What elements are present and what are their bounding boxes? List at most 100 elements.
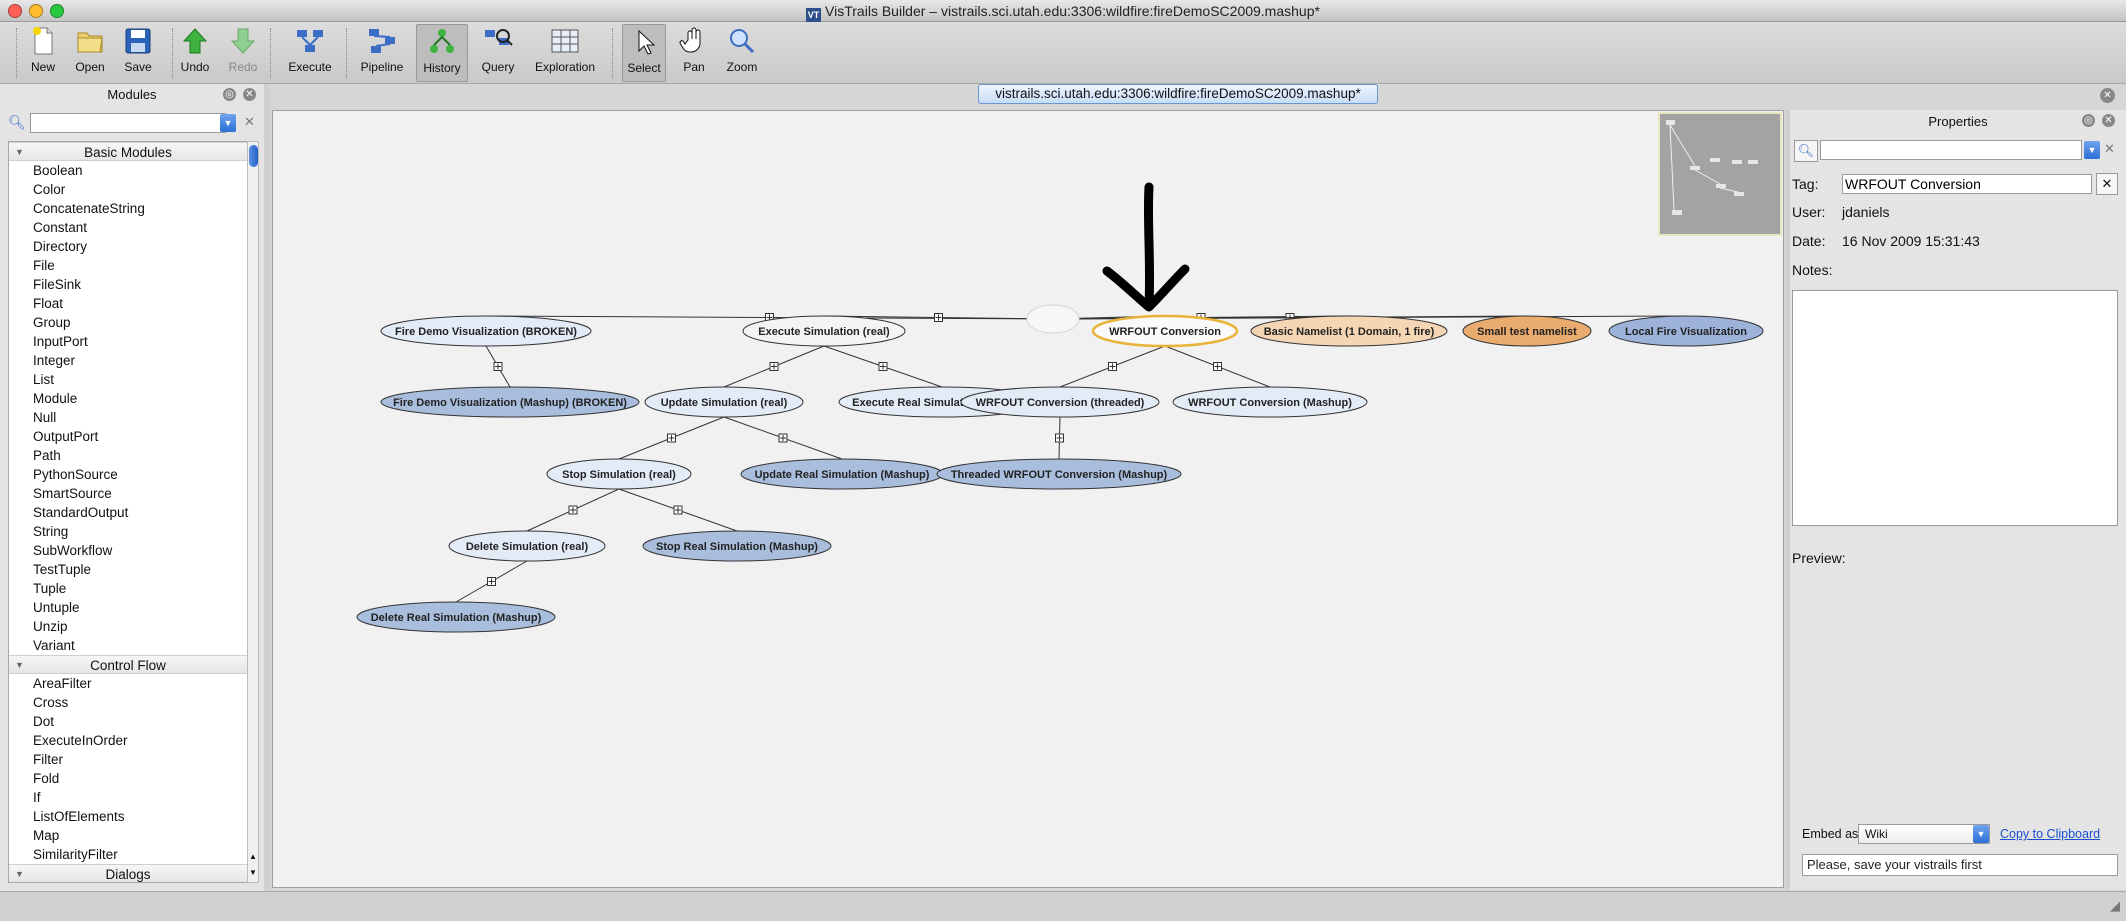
pipeline-button[interactable]: Pipeline [356,24,408,82]
version-node-wrfout-conversion-threaded[interactable]: WRFOUT Conversion (threaded) [960,386,1160,418]
module-category-header[interactable]: ▼ Basic Modules [9,142,247,161]
minimap[interactable] [1658,112,1782,236]
module-item[interactable]: Group [9,313,247,332]
module-category-header[interactable]: ▼ Dialogs [9,864,247,882]
new-button[interactable]: New [22,24,64,82]
collapse-edge-marker-icon[interactable] [1213,362,1222,371]
version-node-update-real-simulation-mashup[interactable]: Update Real Simulation (Mashup) [740,458,944,490]
module-item[interactable]: InputPort [9,332,247,351]
version-node-local-fire-visualization[interactable]: Local Fire Visualization [1608,315,1764,347]
module-item[interactable]: Null [9,408,247,427]
module-item[interactable]: Color [9,180,247,199]
module-item[interactable]: Variant [9,636,247,655]
collapse-edge-marker-icon[interactable] [667,433,676,443]
version-node-basic-namelist[interactable]: Basic Namelist (1 Domain, 1 fire) [1250,315,1448,347]
module-item[interactable]: Path [9,446,247,465]
version-node-wrfout-conversion-mashup[interactable]: WRFOUT Conversion (Mashup) [1172,386,1368,418]
query-button[interactable]: Query [474,24,522,82]
select-button[interactable]: Select [622,24,666,82]
module-item[interactable]: Unzip [9,617,247,636]
module-search-input[interactable] [30,113,226,133]
module-item[interactable]: SubWorkflow [9,541,247,560]
version-node-fire-demo-visualization-mashup-broken[interactable]: Fire Demo Visualization (Mashup) (BROKEN… [380,386,640,418]
module-item[interactable]: SmartSource [9,484,247,503]
collapse-edge-marker-icon[interactable] [778,433,788,443]
exploration-button[interactable]: Exploration [530,24,600,82]
tag-input[interactable] [1842,174,2092,194]
zoom-button[interactable]: Zoom [720,24,764,82]
close-tab-icon[interactable]: ✕ [2100,88,2115,103]
collapse-edge-marker-icon[interactable] [769,362,779,371]
resize-grip-icon[interactable]: ◢ [2110,898,2120,914]
version-node-update-simulation-real[interactable]: Update Simulation (real) [644,386,804,418]
module-item[interactable]: Tuple [9,579,247,598]
module-item[interactable]: ListOfElements [9,807,247,826]
root-version-node[interactable] [1026,304,1080,334]
undo-button[interactable]: Undo [176,24,214,82]
module-item[interactable]: PythonSource [9,465,247,484]
close-panel-icon[interactable]: ✕ [243,88,256,101]
embed-format-select[interactable]: Wiki ▼ [1858,824,1990,844]
version-node-wrfout-conversion[interactable]: WRFOUT Conversion [1091,314,1239,348]
copy-to-clipboard-link[interactable]: Copy to Clipboard [2000,827,2100,841]
module-item[interactable]: OutputPort [9,427,247,446]
version-node-stop-simulation-real[interactable]: Stop Simulation (real) [546,458,692,490]
history-button[interactable]: History [416,24,468,82]
float-panel-icon[interactable]: ◎ [223,88,236,101]
pan-button[interactable]: Pan [672,24,716,82]
version-node-delete-real-simulation-mashup[interactable]: Delete Real Simulation (Mashup) [356,601,556,633]
collapse-edge-marker-icon[interactable] [934,313,943,322]
version-node-threaded-wrfout-conversion-mashup[interactable]: Threaded WRFOUT Conversion (Mashup) [936,458,1182,490]
close-panel-icon[interactable]: ✕ [2102,114,2115,127]
collapse-edge-marker-icon[interactable] [493,362,503,371]
module-item[interactable]: SimilarityFilter [9,845,247,864]
clear-search-icon[interactable]: ✕ [244,114,255,130]
scroll-up-icon[interactable]: ▲ [249,852,257,861]
module-item[interactable]: TestTuple [9,560,247,579]
module-item[interactable]: Fold [9,769,247,788]
module-item[interactable]: Filter [9,750,247,769]
module-tree-scrollbar[interactable]: ▲ ▼ [247,141,259,883]
collapse-edge-marker-icon[interactable] [487,577,496,586]
properties-search-dropdown[interactable]: ▼ [2084,141,2100,159]
module-category-header[interactable]: ▼ Control Flow [9,655,247,674]
module-item[interactable]: Boolean [9,161,247,180]
collapse-edge-marker-icon[interactable] [568,505,578,515]
properties-search-input[interactable] [1820,140,2082,160]
module-item[interactable]: File [9,256,247,275]
collapse-triangle-icon[interactable]: ▼ [15,143,24,162]
module-item[interactable]: String [9,522,247,541]
module-item[interactable]: ConcatenateString [9,199,247,218]
embed-code-field[interactable]: Please, save your vistrails first [1802,854,2118,876]
version-node-delete-simulation-real[interactable]: Delete Simulation (real) [448,530,606,562]
module-item[interactable]: Cross [9,693,247,712]
execute-button[interactable]: Execute [286,24,334,82]
clear-tag-icon[interactable]: ✕ [2096,173,2118,195]
version-node-execute-simulation-real[interactable]: Execute Simulation (real) [742,315,906,347]
module-item[interactable]: ExecuteInOrder [9,731,247,750]
open-button[interactable]: Open [68,24,112,82]
module-item[interactable]: Dot [9,712,247,731]
version-tree-canvas[interactable]: Fire Demo Visualization (BROKEN) Fire Dem… [272,110,1784,888]
module-item[interactable]: Integer [9,351,247,370]
module-item[interactable]: AreaFilter [9,674,247,693]
left-splitter[interactable] [264,84,270,891]
module-item[interactable]: List [9,370,247,389]
module-item[interactable]: StandardOutput [9,503,247,522]
redo-button[interactable]: Redo [224,24,262,82]
notes-textarea[interactable] [1792,290,2118,526]
collapse-edge-marker-icon[interactable] [1055,433,1064,443]
module-item[interactable]: FileSink [9,275,247,294]
module-item[interactable]: Map [9,826,247,845]
version-node-small-test-namelist[interactable]: Small test namelist [1462,315,1592,347]
module-item[interactable]: Untuple [9,598,247,617]
module-item[interactable]: Float [9,294,247,313]
scrollbar-thumb[interactable] [249,145,258,167]
document-tab[interactable]: vistrails.sci.utah.edu:3306:wildfire:fir… [978,84,1378,104]
collapse-triangle-icon[interactable]: ▼ [15,865,24,882]
collapse-edge-marker-icon[interactable] [1108,362,1117,371]
module-item[interactable]: Directory [9,237,247,256]
module-item[interactable]: Constant [9,218,247,237]
float-panel-icon[interactable]: ◎ [2082,114,2095,127]
save-button[interactable]: Save [116,24,160,82]
